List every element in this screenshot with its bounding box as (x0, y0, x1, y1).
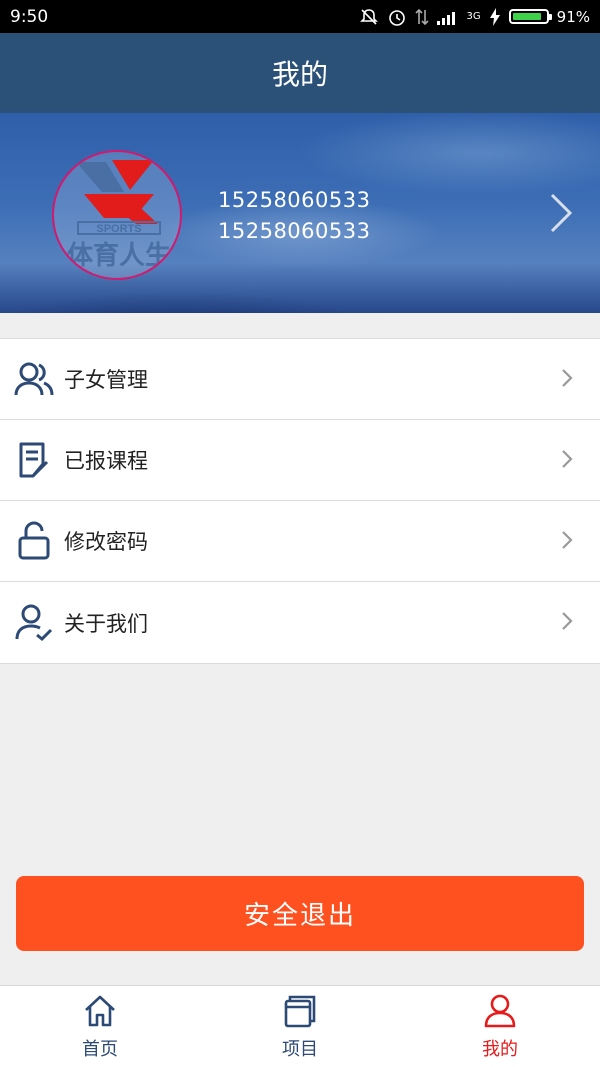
home-icon (82, 993, 118, 1029)
battery-icon (508, 9, 552, 24)
logo-caption: 体育人生 (67, 240, 171, 271)
chevron-right-icon (560, 448, 574, 474)
lock-icon (14, 521, 54, 561)
silent-icon (359, 7, 379, 27)
menu-item-label: 已报课程 (64, 449, 148, 473)
menu-item-about-us[interactable]: 关于我们 (0, 582, 600, 663)
users-icon (14, 359, 54, 399)
user-check-icon (14, 603, 54, 643)
status-icons: 3G 91% (359, 7, 590, 27)
profile-banner[interactable]: SPORTS 体育人生 15258060533 15258060533 (0, 113, 600, 313)
bottom-tab-bar: 首页 项目 我的 (0, 985, 600, 1067)
alarm-icon (387, 7, 407, 27)
page-title: 我的 (271, 58, 328, 91)
signal-icon (436, 9, 459, 25)
user-icon (482, 993, 518, 1029)
files-icon (282, 993, 318, 1029)
user-info: 15258060533 15258060533 (218, 185, 370, 247)
logo-text: SPORTS (96, 223, 141, 235)
user-phone: 15258060533 (218, 188, 371, 212)
settings-menu: 子女管理 已报课程 修改密码 关于我们 (0, 338, 600, 664)
avatar[interactable]: SPORTS 体育人生 (52, 150, 182, 280)
menu-item-courses[interactable]: 已报课程 (0, 420, 600, 501)
status-time: 9:50 (10, 6, 49, 27)
data-transfer-icon (414, 7, 429, 27)
chevron-right-icon (560, 610, 574, 636)
document-icon (14, 440, 54, 480)
chevron-right-icon (548, 191, 574, 239)
chevron-right-icon (560, 367, 574, 393)
menu-item-label: 修改密码 (64, 530, 148, 554)
tab-mine[interactable]: 我的 (400, 986, 600, 1067)
charging-icon (489, 7, 501, 26)
status-bar: 9:50 3G 91% (0, 0, 600, 33)
tab-label: 项目 (282, 1038, 318, 1060)
network-type: 3G (466, 11, 481, 22)
tab-projects[interactable]: 项目 (200, 986, 400, 1067)
menu-item-label: 子女管理 (64, 368, 148, 392)
menu-item-label: 关于我们 (64, 611, 148, 636)
battery-percent: 91% (556, 7, 590, 26)
sports-logo-icon: SPORTS 体育人生 (67, 160, 171, 271)
logout-button[interactable]: 安全退出 (16, 876, 584, 951)
menu-item-change-password[interactable]: 修改密码 (0, 501, 600, 582)
menu-item-children[interactable]: 子女管理 (0, 339, 600, 420)
chevron-right-icon (560, 529, 574, 555)
user-name: 15258060533 (218, 219, 371, 243)
page-header: 我的 (0, 33, 600, 113)
tab-label: 首页 (82, 1038, 118, 1060)
tab-label: 我的 (482, 1038, 518, 1060)
tab-home[interactable]: 首页 (0, 986, 200, 1067)
